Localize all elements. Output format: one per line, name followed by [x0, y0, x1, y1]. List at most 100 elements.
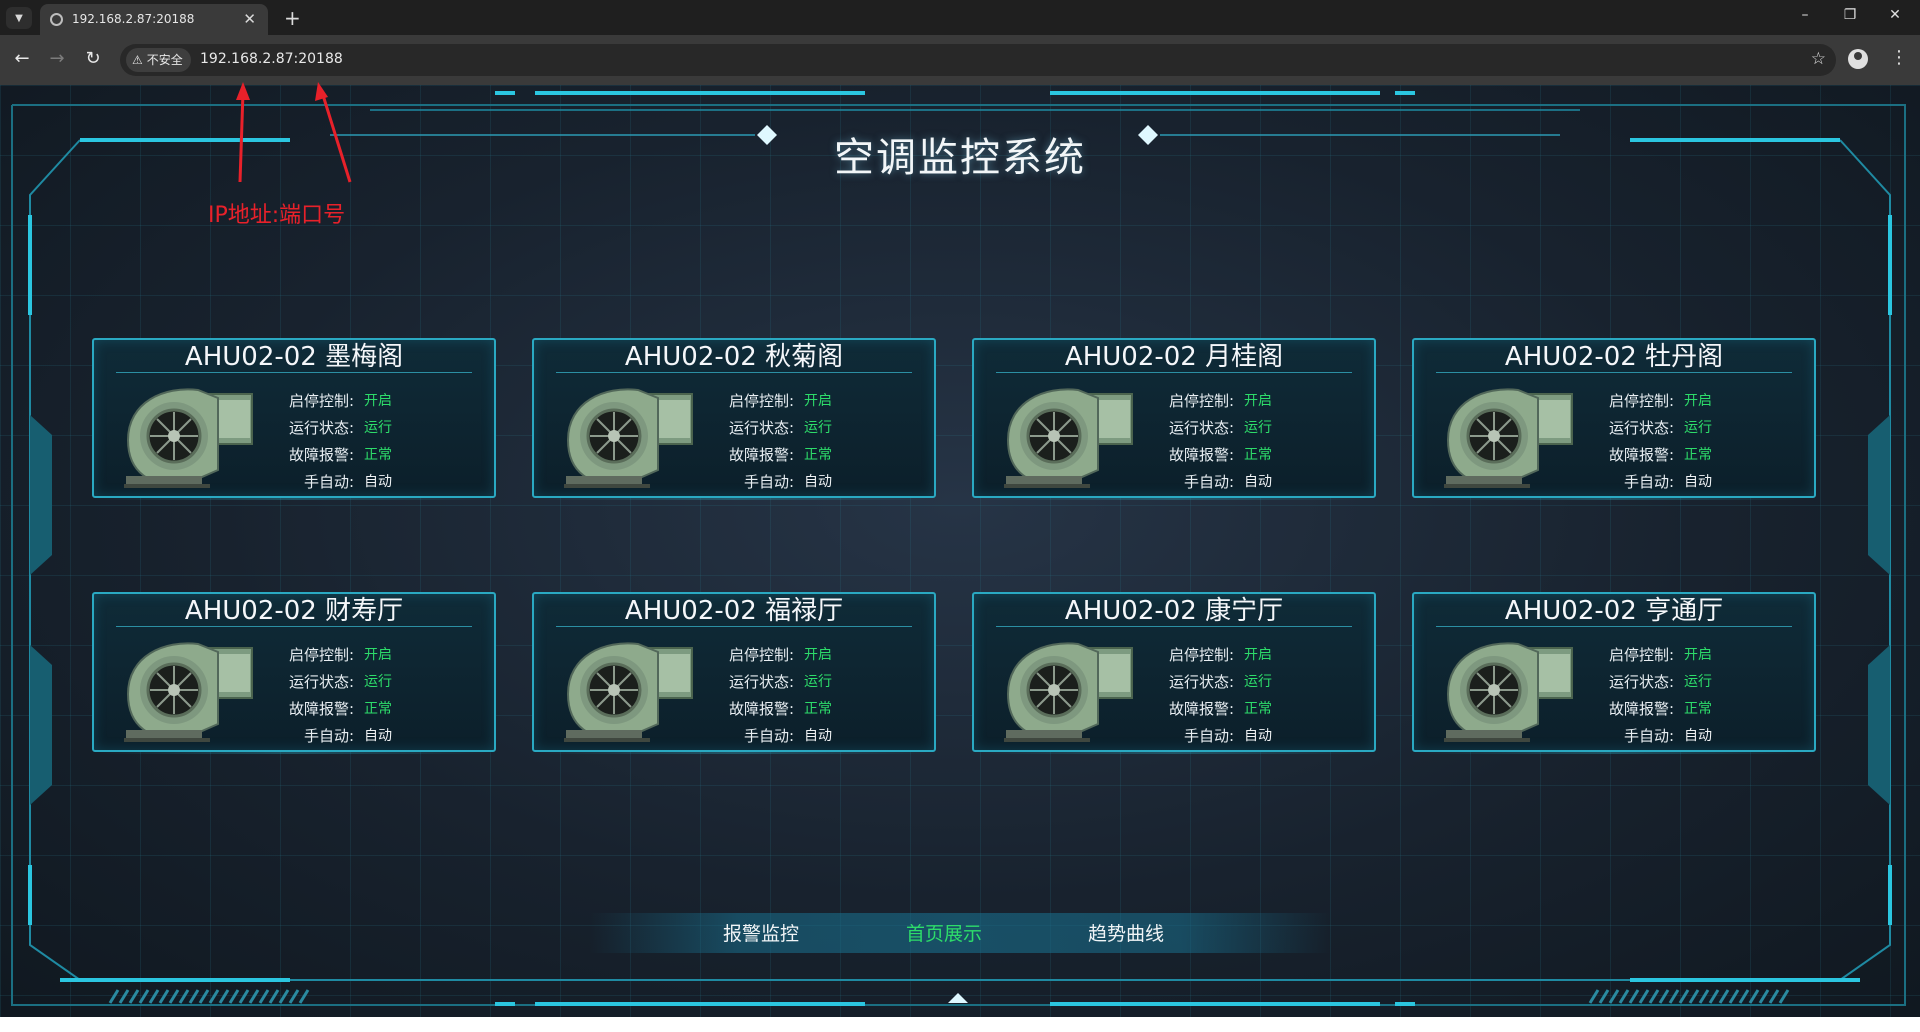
status-label: 启停控制:	[728, 646, 794, 664]
url-text[interactable]: 192.168.2.87:20188	[200, 51, 343, 67]
title-divider	[556, 626, 912, 627]
title-area: 空调监控系统	[0, 125, 1920, 185]
title-divider	[116, 372, 472, 373]
status-value: 正常	[1244, 447, 1272, 463]
status-label: 手自动:	[303, 727, 354, 745]
status-label: 运行状态:	[1608, 673, 1674, 691]
unit-card[interactable]: AHU02-02 财寿厅 启停控制: 开启 运行状态: 运行 故障报警: 正常 手自动: 自动	[92, 592, 496, 754]
status-label: 启停控制:	[288, 646, 354, 664]
browser-toolbar: ← → ↻ ⚠ 不安全 192.168.2.87:20188 ☆ ⋮	[0, 35, 1920, 85]
title-divider	[996, 372, 1352, 373]
unit-card-title: AHU02-02 财寿厅	[184, 596, 404, 626]
security-chip[interactable]: ⚠ 不安全	[126, 48, 191, 72]
title-divider	[556, 372, 912, 373]
status-value: 正常	[1244, 701, 1272, 717]
status-label: 运行状态:	[1168, 673, 1234, 691]
browser-tab-strip: ▼ 192.168.2.87:20188 ✕ + – ❐ ✕	[0, 0, 1920, 35]
status-label: 启停控制:	[288, 392, 354, 410]
browser-tab[interactable]: 192.168.2.87:20188 ✕	[40, 4, 268, 35]
title-divider	[1436, 372, 1792, 373]
status-value: 开启	[804, 393, 832, 409]
unit-card[interactable]: AHU02-02 亨通厅 启停控制: 开启 运行状态: 运行 故障报警: 正常 手自动: 自动	[1412, 592, 1816, 754]
more-menu-icon[interactable]: ⋮	[1890, 47, 1908, 68]
status-value: 运行	[804, 420, 832, 436]
status-value: 正常	[1684, 447, 1712, 463]
status-value: 运行	[1684, 674, 1712, 690]
tab-close-icon[interactable]: ✕	[243, 10, 256, 28]
restore-icon[interactable]: ❐	[1835, 7, 1865, 23]
unit-card-title: AHU02-02 月桂阁	[1064, 342, 1284, 372]
status-label: 故障报警:	[728, 700, 794, 718]
title-divider	[1436, 626, 1792, 627]
status-label: 手自动:	[303, 473, 354, 491]
status-label: 启停控制:	[728, 392, 794, 410]
status-label: 运行状态:	[288, 673, 354, 691]
status-value: 自动	[1684, 728, 1712, 744]
reload-icon[interactable]: ↻	[80, 46, 106, 72]
address-bar[interactable]: ⚠ 不安全 192.168.2.87:20188 ☆	[120, 44, 1836, 76]
bottom-nav: 报警监控 首页展示 趋势曲线	[590, 913, 1330, 953]
status-value: 正常	[1684, 701, 1712, 717]
status-value: 运行	[364, 420, 392, 436]
status-label: 故障报警:	[1168, 446, 1234, 464]
status-label: 启停控制:	[1608, 646, 1674, 664]
forward-arrow-icon[interactable]: →	[44, 46, 70, 72]
status-label: 运行状态:	[288, 419, 354, 437]
page-title: 空调监控系统	[834, 135, 1086, 181]
status-label: 启停控制:	[1168, 646, 1234, 664]
status-value: 自动	[1244, 728, 1272, 744]
status-value: 自动	[1244, 474, 1272, 490]
status-value: 开启	[1244, 393, 1272, 409]
status-value: 运行	[1684, 420, 1712, 436]
minimize-icon[interactable]: –	[1790, 7, 1820, 23]
status-label: 手自动:	[1623, 727, 1674, 745]
status-value: 正常	[364, 447, 392, 463]
status-label: 手自动:	[743, 473, 794, 491]
status-value: 运行	[1244, 420, 1272, 436]
fan-blower-icon	[1004, 642, 1133, 742]
nav-trend-curve[interactable]: 趋势曲线	[1088, 919, 1164, 946]
plus-icon[interactable]: +	[284, 6, 301, 30]
status-value: 开启	[1244, 647, 1272, 663]
fan-blower-icon	[1444, 642, 1573, 742]
status-value: 开启	[1684, 647, 1712, 663]
fan-blower-icon	[1444, 388, 1573, 488]
status-value: 开启	[364, 393, 392, 409]
unit-card[interactable]: AHU02-02 福禄厅 启停控制: 开启 运行状态: 运行 故障报警: 正常 手自动: 自动	[532, 592, 936, 754]
fan-blower-icon	[124, 388, 253, 488]
status-value: 自动	[1684, 474, 1712, 490]
status-value: 自动	[804, 474, 832, 490]
unit-card-title: AHU02-02 墨梅阁	[184, 342, 404, 372]
back-arrow-icon[interactable]: ←	[9, 46, 35, 72]
status-value: 自动	[804, 728, 832, 744]
status-value: 开启	[804, 647, 832, 663]
status-value: 正常	[804, 447, 832, 463]
status-label: 手自动:	[743, 727, 794, 745]
profile-avatar-icon[interactable]	[1848, 49, 1868, 69]
unit-card[interactable]: AHU02-02 秋菊阁 启停控制: 开启 运行状态: 运行 故障报警: 正常 手自动: 自动	[532, 338, 936, 500]
unit-card[interactable]: AHU02-02 康宁厅 启停控制: 开启 运行状态: 运行 故障报警: 正常 手自动: 自动	[972, 592, 1376, 754]
close-icon[interactable]: ✕	[1880, 7, 1910, 23]
status-value: 开启	[364, 647, 392, 663]
unit-card[interactable]: AHU02-02 墨梅阁 启停控制: 开启 运行状态: 运行 故障报警: 正常 手自动: 自动	[92, 338, 496, 500]
nav-alarm-monitor[interactable]: 报警监控	[723, 919, 799, 946]
tab-search-chevron-icon[interactable]: ▼	[6, 7, 32, 29]
status-label: 故障报警:	[1608, 700, 1674, 718]
status-label: 启停控制:	[1608, 392, 1674, 410]
status-value: 正常	[364, 701, 392, 717]
fan-blower-icon	[124, 642, 253, 742]
status-label: 运行状态:	[1608, 419, 1674, 437]
fan-blower-icon	[564, 388, 693, 488]
unit-card-title: AHU02-02 秋菊阁	[624, 342, 844, 372]
tab-title: 192.168.2.87:20188	[72, 12, 195, 26]
status-value: 正常	[804, 701, 832, 717]
bookmark-star-icon[interactable]: ☆	[1811, 49, 1826, 69]
status-value: 运行	[804, 674, 832, 690]
nav-home[interactable]: 首页展示	[906, 919, 982, 946]
warning-triangle-icon: ⚠	[132, 53, 143, 67]
annotation-label: IP地址:端口号	[208, 203, 346, 228]
status-label: 运行状态:	[1168, 419, 1234, 437]
unit-card[interactable]: AHU02-02 月桂阁 启停控制: 开启 运行状态: 运行 故障报警: 正常 手自动: 自动	[972, 338, 1376, 500]
unit-card[interactable]: AHU02-02 牡丹阁 启停控制: 开启 运行状态: 运行 故障报警: 正常 手自动: 自动	[1412, 338, 1816, 500]
status-value: 自动	[364, 474, 392, 490]
